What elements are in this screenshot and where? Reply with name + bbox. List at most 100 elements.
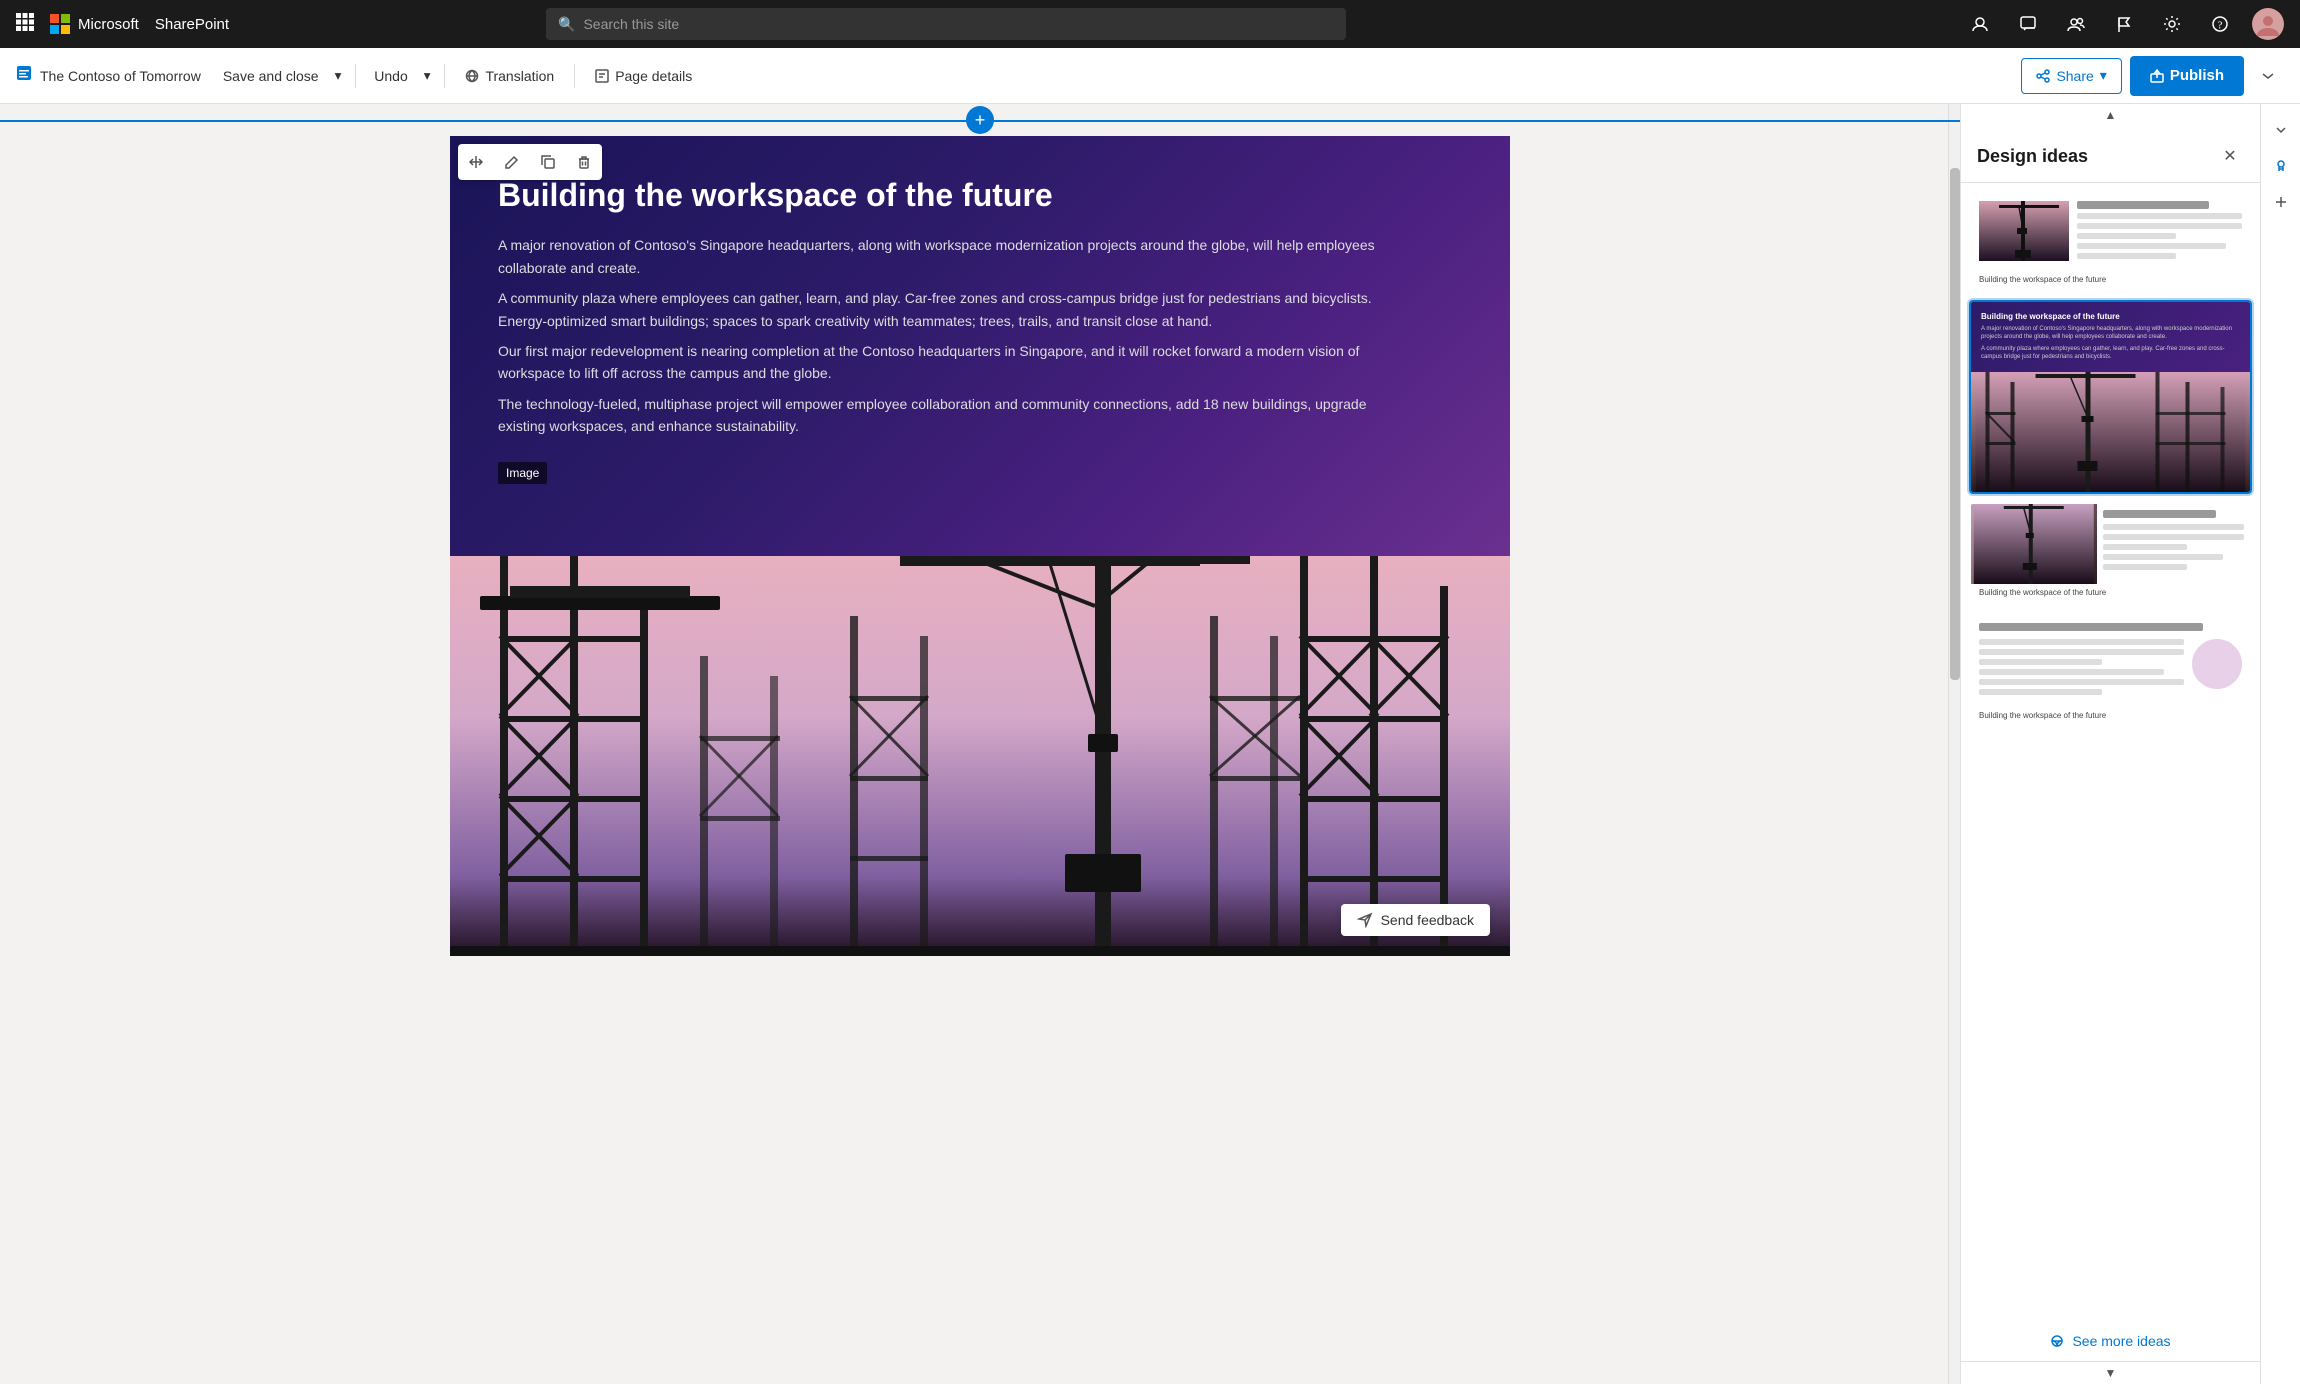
card-2-title: Building the workspace of the future <box>1981 312 2240 321</box>
card-2-image <box>1971 372 2250 492</box>
share-button[interactable]: Share ▾ <box>2021 58 2121 94</box>
waffle-menu-button[interactable] <box>16 13 34 36</box>
main-area: + Building the worksp <box>0 104 2300 1384</box>
share-label: Share <box>2056 68 2093 84</box>
card-3-line-6 <box>2103 564 2188 570</box>
page-details-label: Page details <box>615 68 692 84</box>
plus-icon: + <box>975 110 986 131</box>
panel-scroll-down[interactable]: ▼ <box>1961 1361 2260 1384</box>
people-icon[interactable] <box>2060 8 2092 40</box>
divider-1 <box>355 64 356 88</box>
subtoolbar-right: Share ▾ Publish <box>2021 56 2284 96</box>
card-3-line-3 <box>2103 534 2244 540</box>
microsoft-logo: Microsoft <box>50 14 139 34</box>
svg-text:?: ? <box>2217 20 2222 32</box>
save-close-button[interactable]: Save and close <box>213 58 329 94</box>
card-3-line-2 <box>2103 524 2244 530</box>
publish-button[interactable]: Publish <box>2130 56 2244 96</box>
card-3-line-5 <box>2103 554 2223 560</box>
panel-close-button[interactable]: ✕ <box>2216 142 2244 170</box>
right-edge-properties-button[interactable] <box>2267 188 2295 216</box>
card-1-text <box>2077 201 2242 263</box>
design-card-2[interactable]: Building the workspace of the future A m… <box>1969 300 2252 494</box>
wp-delete-button[interactable] <box>566 144 602 180</box>
topbar-icons-group: ? <box>1964 8 2284 40</box>
see-more-label: See more ideas <box>2072 1333 2170 1349</box>
card-4-line-5 <box>1979 679 2184 685</box>
wp-duplicate-button[interactable] <box>530 144 566 180</box>
share-chevron: ▾ <box>2100 67 2107 84</box>
card-4-text-block <box>1979 639 2184 699</box>
undo-dropdown[interactable]: ▾ <box>418 58 437 94</box>
card-4-line-6 <box>1979 689 2102 695</box>
card-1-layout <box>1971 193 2250 271</box>
card-4-circle <box>2192 639 2242 689</box>
hero-p4: The technology-fueled, multiphase projec… <box>498 393 1398 438</box>
translation-button[interactable]: Translation <box>453 58 566 94</box>
card-4-layout <box>1971 615 2250 707</box>
hero-p1: A major renovation of Contoso's Singapor… <box>498 234 1398 279</box>
collapse-button[interactable] <box>2252 60 2284 92</box>
card-3-title-line <box>2103 510 2216 518</box>
card-3-line-4 <box>2103 544 2188 550</box>
design-card-3[interactable]: Building the workspace of the future <box>1969 502 2252 605</box>
card-2-text-2: A community plaza where employees can ga… <box>1981 345 2240 362</box>
site-icon <box>16 65 32 86</box>
card-1-caption: Building the workspace of the future <box>1971 271 2250 290</box>
card-2-header: Building the workspace of the future A m… <box>1971 302 2250 372</box>
right-edge-expand-button[interactable] <box>2267 116 2295 144</box>
wp-edit-button[interactable] <box>494 144 530 180</box>
help-icon[interactable]: ? <box>2204 8 2236 40</box>
share-community-icon[interactable] <box>1964 8 1996 40</box>
card-1-line-6 <box>2077 253 2176 259</box>
subtoolbar: The Contoso of Tomorrow Save and close ▾… <box>0 48 2300 104</box>
hero-text: A major renovation of Contoso's Singapor… <box>498 234 1398 437</box>
search-icon: 🔍 <box>558 16 575 33</box>
panel-title: Design ideas <box>1977 146 2088 167</box>
card-2-text: A major renovation of Contoso's Singapor… <box>1981 325 2240 342</box>
add-block-button[interactable]: + <box>966 106 994 134</box>
divider-2 <box>444 64 445 88</box>
canvas[interactable]: + Building the worksp <box>0 104 1960 1384</box>
see-more-ideas-button[interactable]: See more ideas <box>1961 1321 2260 1361</box>
avatar[interactable] <box>2252 8 2284 40</box>
card-1-line-4 <box>2077 233 2176 239</box>
scrollbar-thumb[interactable] <box>1950 168 1960 680</box>
card-4-line-3 <box>1979 659 2102 665</box>
card-3-layout <box>1971 504 2250 584</box>
undo-button[interactable]: Undo <box>364 58 417 94</box>
card-1-line-2 <box>2077 213 2242 219</box>
search-box[interactable]: 🔍 <box>546 8 1346 40</box>
design-ideas-panel: ▲ Design ideas ✕ <box>1960 104 2260 1384</box>
card-4-line-4 <box>1979 669 2164 675</box>
comment-icon[interactable] <box>2012 8 2044 40</box>
right-edge-ideas-button[interactable] <box>2267 152 2295 180</box>
save-close-dropdown[interactable]: ▾ <box>329 58 348 94</box>
save-close-group: Save and close ▾ <box>213 58 347 94</box>
page-details-button[interactable]: Page details <box>583 58 704 94</box>
flag-icon[interactable] <box>2108 8 2140 40</box>
send-feedback-button[interactable]: Send feedback <box>1341 904 1490 936</box>
card-4-caption: Building the workspace of the future <box>1971 707 2250 726</box>
app-name: SharePoint <box>155 16 229 33</box>
right-edge-panel <box>2260 104 2300 1384</box>
card-3-text <box>2097 504 2250 584</box>
wp-move-button[interactable] <box>458 144 494 180</box>
share-group: Share ▾ <box>2021 58 2121 94</box>
hero-section: Building the workspace of the future A m… <box>450 136 1510 556</box>
image-label: Image <box>498 462 547 484</box>
webpart-toolbar <box>458 144 602 180</box>
add-block-area: + <box>0 104 1960 136</box>
hero-title: Building the workspace of the future <box>498 176 1462 214</box>
design-card-1[interactable]: Building the workspace of the future <box>1969 191 2252 292</box>
card-4-line-2 <box>1979 649 2184 655</box>
design-card-4[interactable]: Building the workspace of the future <box>1969 613 2252 728</box>
undo-group: Undo ▾ <box>364 58 436 94</box>
panel-content[interactable]: Building the workspace of the future Bui… <box>1961 183 2260 1321</box>
hero-p3: Our first major redevelopment is nearing… <box>498 340 1398 385</box>
panel-scroll-up[interactable]: ▲ <box>1961 104 2260 126</box>
card-4-line-1 <box>1979 639 2184 645</box>
settings-icon[interactable] <box>2156 8 2188 40</box>
search-input[interactable] <box>583 16 1334 32</box>
canvas-scrollbar[interactable] <box>1948 104 1960 1384</box>
